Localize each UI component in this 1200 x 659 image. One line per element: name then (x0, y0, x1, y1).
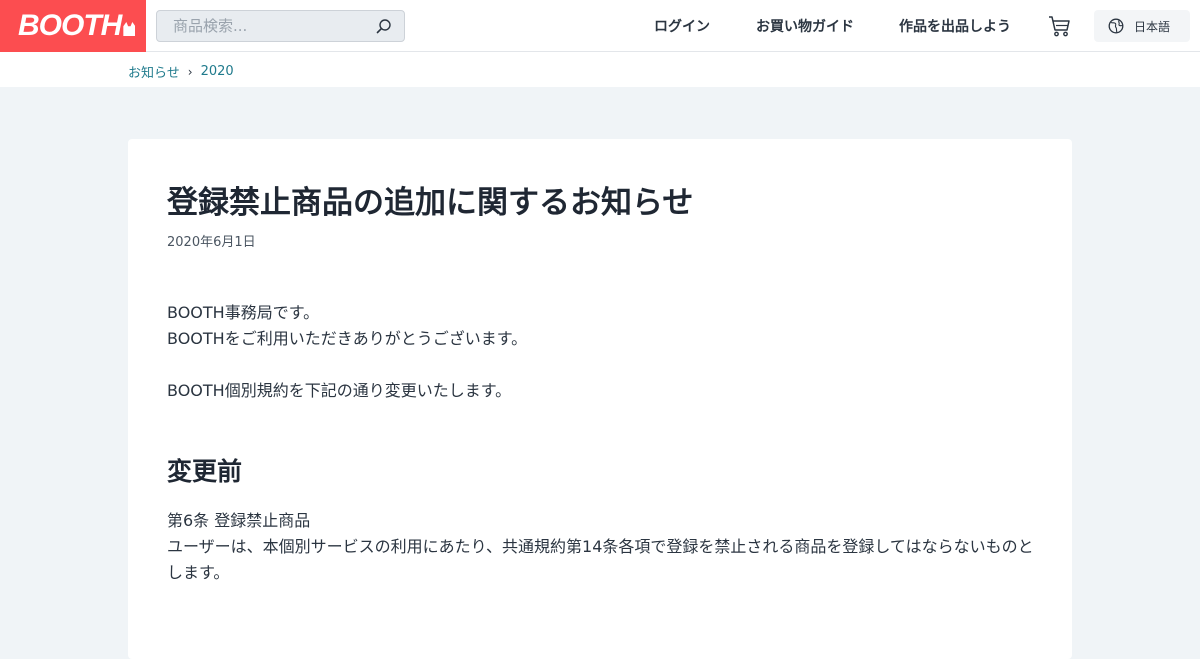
breadcrumb-item-2020[interactable]: 2020 (201, 64, 234, 79)
site-header: BOOTH ログイン お買い物ガイド 作品を出品しよう 日本語 (0, 0, 1200, 52)
article-card: 登録禁止商品の追加に関するお知らせ 2020年6月1日 BOOTH事務局です。 … (128, 139, 1072, 659)
search-box (156, 10, 405, 42)
search-input[interactable] (157, 11, 372, 41)
section-heading-before: 変更前 (167, 457, 243, 486)
article-title: 登録禁止商品の追加に関するお知らせ (167, 185, 694, 221)
intro-line-2: BOOTHをご利用いただきありがとうございます。 (167, 329, 528, 348)
shopping-guide-link[interactable]: お買い物ガイド (756, 0, 854, 52)
language-selector[interactable]: 日本語 (1094, 10, 1190, 42)
section-line-3: します。 (167, 563, 230, 582)
login-link[interactable]: ログイン (654, 0, 710, 52)
sell-works-link[interactable]: 作品を出品しよう (899, 0, 1011, 52)
breadcrumb-item-news[interactable]: お知らせ (128, 62, 180, 81)
globe-icon (1108, 18, 1124, 34)
logo-cat-icon (123, 22, 136, 36)
article-date: 2020年6月1日 (167, 235, 256, 250)
breadcrumb-bar: お知らせ › 2020 (0, 52, 1200, 87)
breadcrumb: お知らせ › 2020 (128, 62, 234, 81)
booth-logo[interactable]: BOOTH (0, 0, 146, 52)
intro-line-1: BOOTH事務局です。 (167, 303, 320, 322)
intro-line-3: BOOTH個別規約を下記の通り変更いたします。 (167, 381, 512, 400)
section-line-1: 第6条 登録禁止商品 (167, 511, 311, 530)
search-icon[interactable] (376, 18, 392, 34)
cart-icon[interactable] (1047, 14, 1071, 38)
section-line-2: ユーザーは、本個別サービスの利用にあたり、共通規約第14条各項で登録を禁止される… (167, 537, 1034, 556)
language-label: 日本語 (1134, 19, 1171, 34)
breadcrumb-separator-icon: › (187, 64, 193, 79)
logo-text: BOOTH (18, 9, 122, 42)
